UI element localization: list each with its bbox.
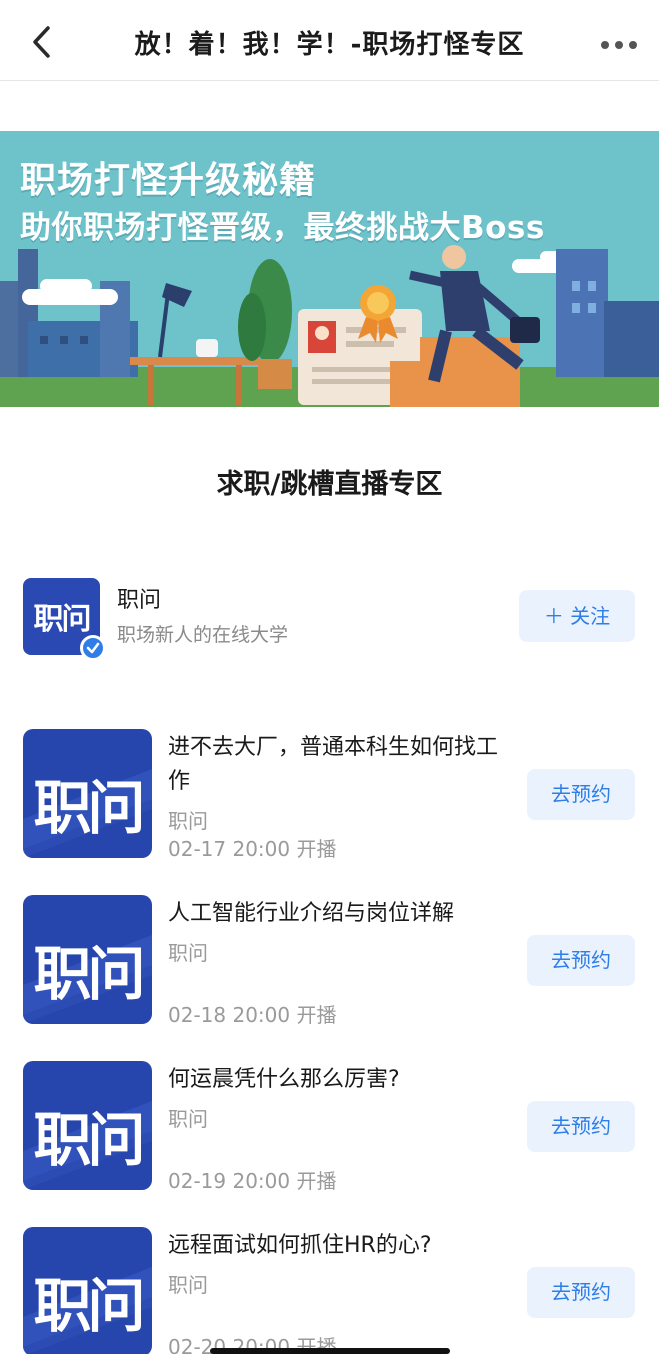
promo-banner[interactable]: 职场打怪升级秘籍 助你职场打怪晋级，最终挑战大Boss xyxy=(0,131,659,407)
book-button[interactable]: 去预约 xyxy=(527,1101,635,1152)
broadcast-thumbnail[interactable]: 职问 xyxy=(23,1061,152,1190)
thumbnail-logo-text: 职问 xyxy=(33,940,145,1008)
broadcast-title[interactable]: 远程面试如何抓住HR的心? xyxy=(168,1229,513,1263)
broadcast-title[interactable]: 人工智能行业介绍与岗位详解 xyxy=(168,897,513,931)
book-button[interactable]: 去预约 xyxy=(527,935,635,986)
top-navigation-bar: 放！着！我！学！-职场打怪专区 xyxy=(0,0,659,81)
broadcast-author: 职问 xyxy=(168,1273,208,1297)
banner-subtitle: 助你职场打怪晋级，最终挑战大Boss xyxy=(20,210,545,246)
broadcast-time: 02-19 20:00 开播 xyxy=(168,1169,337,1193)
broadcast-time: 02-18 20:00 开播 xyxy=(168,1003,337,1027)
page-title: 放！着！我！学！-职场打怪专区 xyxy=(134,30,525,60)
broadcast-thumbnail[interactable]: 职问 xyxy=(23,1227,152,1354)
broadcast-item[interactable]: 职问 进不去大厂，普通本科生如何找工作 职问 02-17 20:00 开播 去预… xyxy=(23,729,635,861)
more-horizontal-icon xyxy=(601,41,637,49)
broadcast-item[interactable]: 职问 何运晨凭什么那么厉害? 职问 02-19 20:00 开播 去预约 xyxy=(23,1061,635,1193)
broadcast-author: 职问 xyxy=(168,809,208,833)
home-indicator[interactable] xyxy=(210,1348,450,1354)
account-avatar[interactable]: 职问 xyxy=(23,578,106,661)
book-button[interactable]: 去预约 xyxy=(527,769,635,820)
broadcast-item[interactable]: 职问 人工智能行业介绍与岗位详解 职问 02-18 20:00 开播 去预约 xyxy=(23,895,635,1027)
chevron-left-icon xyxy=(33,26,50,58)
thumbnail-logo-text: 职问 xyxy=(33,1106,145,1174)
account-card[interactable]: 职问 职问 职场新人的在线大学 ＋ 关注 xyxy=(23,578,635,661)
avatar-logo-text: 职问 xyxy=(33,602,92,637)
broadcast-title[interactable]: 何运晨凭什么那么厉害? xyxy=(168,1063,513,1097)
follow-button[interactable]: ＋ 关注 xyxy=(519,590,635,642)
account-description: 职场新人的在线大学 xyxy=(117,624,289,646)
section-header: 求职/跳槽直播专区 xyxy=(0,462,659,503)
broadcast-thumbnail[interactable]: 职问 xyxy=(23,895,152,1024)
account-name: 职问 xyxy=(117,588,162,613)
thumbnail-logo-text: 职问 xyxy=(33,774,145,842)
broadcast-author: 职问 xyxy=(168,1107,208,1131)
broadcast-author: 职问 xyxy=(168,941,208,965)
section-title: 求职/跳槽直播专区 xyxy=(212,462,447,503)
broadcast-title[interactable]: 进不去大厂，普通本科生如何找工作 xyxy=(168,731,513,799)
verified-check-icon xyxy=(80,635,106,661)
broadcast-thumbnail[interactable]: 职问 xyxy=(23,729,152,858)
back-button[interactable] xyxy=(26,22,60,62)
more-button[interactable] xyxy=(597,28,641,62)
book-button[interactable]: 去预约 xyxy=(527,1267,635,1318)
broadcast-time: 02-17 20:00 开播 xyxy=(168,837,337,861)
banner-headline: 职场打怪升级秘籍 xyxy=(20,160,317,201)
thumbnail-logo-text: 职问 xyxy=(33,1272,145,1340)
broadcast-item[interactable]: 职问 远程面试如何抓住HR的心? 职问 02-20 20:00 开播 去预约 xyxy=(23,1227,635,1354)
